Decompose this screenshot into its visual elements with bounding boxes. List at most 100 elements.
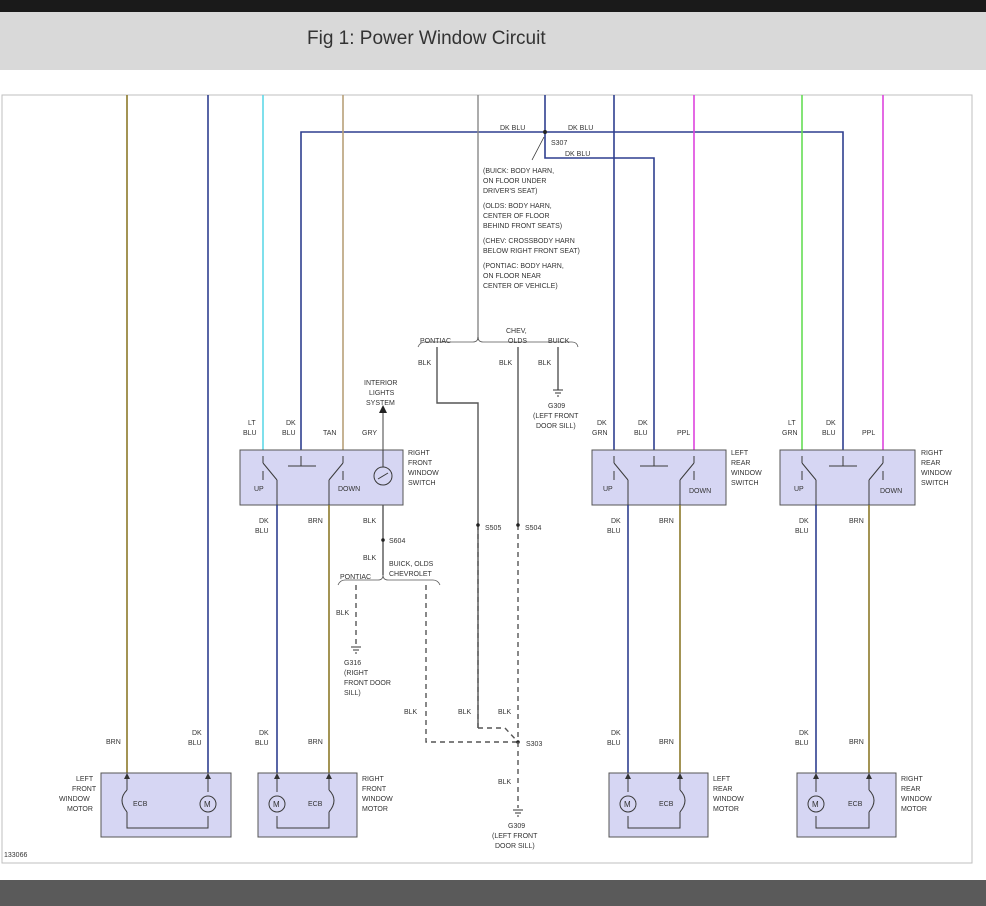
- rf-ecb: ECB: [308, 801, 323, 808]
- rr-top-ltgrn-1: LT: [788, 420, 796, 427]
- lf-motor-name-3: WINDOW: [59, 796, 90, 803]
- lr-m: M: [624, 800, 631, 809]
- lf-wire-brn: BRN: [106, 739, 121, 746]
- blk-pontiac-label: BLK: [418, 360, 432, 367]
- rr-switch-name-3: WINDOW: [921, 470, 952, 477]
- s604-bod-2: CHEVROLET: [389, 571, 433, 578]
- g309-top-line2: (LEFT FRONT: [533, 413, 579, 420]
- rr-switch-name-2: REAR: [921, 460, 940, 467]
- top-bar: [0, 0, 986, 12]
- lr-bot-dkblu-1: DK: [611, 518, 621, 525]
- branch-buick: BUICK: [548, 338, 570, 345]
- rf-bot-dkblu-2: BLU: [255, 528, 269, 535]
- lr-motor-name-1: LEFT: [713, 776, 731, 783]
- rr-motor-name-4: MOTOR: [901, 806, 927, 813]
- s307-pointer: [531, 136, 545, 161]
- right-rear-switch-box: [779, 449, 916, 506]
- rf-bot-blk: BLK: [363, 518, 377, 525]
- lf-wire-dkblu-2: BLU: [188, 740, 202, 747]
- lr-switch-down: DOWN: [689, 488, 711, 495]
- g316-line4: SILL): [344, 690, 361, 697]
- branch-pontiac: PONTIAC: [420, 338, 451, 345]
- rf-motor-name-4: MOTOR: [362, 806, 388, 813]
- g309-top-name: G309: [548, 403, 565, 410]
- rf-switch-name-3: WINDOW: [408, 470, 439, 477]
- rr-top-dkblu-1: DK: [826, 420, 836, 427]
- s307-note-line: ON FLOOR NEAR: [483, 273, 541, 280]
- left-front-motor-box: [100, 772, 232, 838]
- s307-notes: (BUICK: BODY HARN, ON FLOOR UNDER DRIVER'S…: [483, 168, 580, 290]
- rr-motor-name-3: WINDOW: [901, 796, 932, 803]
- rf-top-ltblu-1: LT: [248, 420, 256, 427]
- rf-top-dkblu-1: DK: [286, 420, 296, 427]
- interior-lights-2: LIGHTS: [369, 390, 395, 397]
- rf-m: M: [273, 800, 280, 809]
- rr-top-ltgrn-2: GRN: [782, 430, 798, 437]
- rf-top-gry: GRY: [362, 430, 377, 437]
- s307-wire-left: DK BLU: [500, 125, 525, 132]
- lr-top-dkblu-2: BLU: [634, 430, 648, 437]
- rr-switch-up: UP: [794, 486, 804, 493]
- rr-wire-brn: BRN: [849, 739, 864, 746]
- lr-wire-brn: BRN: [659, 739, 674, 746]
- left-rear-switch-box: [591, 449, 727, 506]
- blk-label-1: BLK: [404, 709, 418, 716]
- s307-label: S307: [551, 140, 567, 147]
- wire-blk-s505-s303: [478, 727, 519, 743]
- s604-pontiac: PONTIAC: [340, 574, 371, 581]
- rr-switch-down: DOWN: [880, 488, 902, 495]
- s307-note-line: CENTER OF FLOOR: [483, 213, 550, 220]
- lr-switch-up: UP: [603, 486, 613, 493]
- g316-line2: (RIGHT: [344, 670, 369, 677]
- branch-chev: CHEV,: [506, 328, 527, 335]
- ground-g316: [351, 646, 361, 654]
- s307-note-line: (OLDS: BODY HARN,: [483, 203, 552, 210]
- rr-bot-dkblu-2: BLU: [795, 528, 809, 535]
- rr-switch-name-1: RIGHT: [921, 450, 944, 457]
- s307-note-line: BELOW RIGHT FRONT SEAT): [483, 248, 580, 255]
- s307-note-line: (CHEV: CROSSBODY HARN: [483, 238, 575, 245]
- g309-bot-line3: DOOR SILL): [495, 843, 535, 850]
- lr-motor-name-4: MOTOR: [713, 806, 739, 813]
- lr-motor-name-2: REAR: [713, 786, 732, 793]
- power-window-diagram: DK BLU DK BLU S307 DK BLU (BUICK: BODY H…: [1, 94, 973, 864]
- rf-top-tan: TAN: [323, 430, 336, 437]
- s303-label: S303: [526, 741, 542, 748]
- splice-s504: [516, 523, 520, 527]
- wire-dkblu-s307-right: [547, 131, 844, 450]
- lr-wire-dkblu-2: BLU: [607, 740, 621, 747]
- rf-switch-down: DOWN: [338, 486, 360, 493]
- footer-bar: [0, 880, 986, 906]
- rr-bot-brn: BRN: [849, 518, 864, 525]
- rf-switch-up: UP: [254, 486, 264, 493]
- lr-ecb: ECB: [659, 801, 674, 808]
- lr-top-dkblu-1: DK: [638, 420, 648, 427]
- wire-blk-s604-s303: [425, 585, 518, 743]
- lf-motor-name-2: FRONT: [72, 786, 97, 793]
- splice-s604: [381, 538, 385, 542]
- ground-g309-bottom: [513, 809, 523, 817]
- s307-note-line: (BUICK: BODY HARN,: [483, 168, 554, 175]
- g309-bot-name: G309: [508, 823, 525, 830]
- lr-switch-name-3: WINDOW: [731, 470, 762, 477]
- figure-title: Fig 1: Power Window Circuit: [307, 28, 546, 49]
- s307-note-line: DRIVER'S SEAT): [483, 188, 538, 195]
- lr-top-dkgrn-1: DK: [597, 420, 607, 427]
- g309-bot-line2: (LEFT FRONT: [492, 833, 538, 840]
- figure-header: Fig 1: Power Window Circuit: [0, 12, 986, 70]
- rf-wire-dkblu-2: BLU: [255, 740, 269, 747]
- rr-switch-name-4: SWITCH: [921, 480, 949, 487]
- lr-switch-name-4: SWITCH: [731, 480, 759, 487]
- lf-m: M: [204, 800, 211, 809]
- g316-line3: FRONT DOOR: [344, 680, 391, 687]
- s604-blk: BLK: [363, 555, 377, 562]
- rf-motor-name-1: RIGHT: [362, 776, 385, 783]
- interior-lights-3: SYSTEM: [366, 400, 395, 407]
- rf-motor-name-3: WINDOW: [362, 796, 393, 803]
- g316-blk: BLK: [336, 610, 350, 617]
- s307-note-line: ON FLOOR UNDER: [483, 178, 546, 185]
- rf-top-dkblu-2: BLU: [282, 430, 296, 437]
- lf-motor-name-4: MOTOR: [67, 806, 93, 813]
- right-front-switch-box: [239, 449, 404, 506]
- s505-label: S505: [485, 525, 501, 532]
